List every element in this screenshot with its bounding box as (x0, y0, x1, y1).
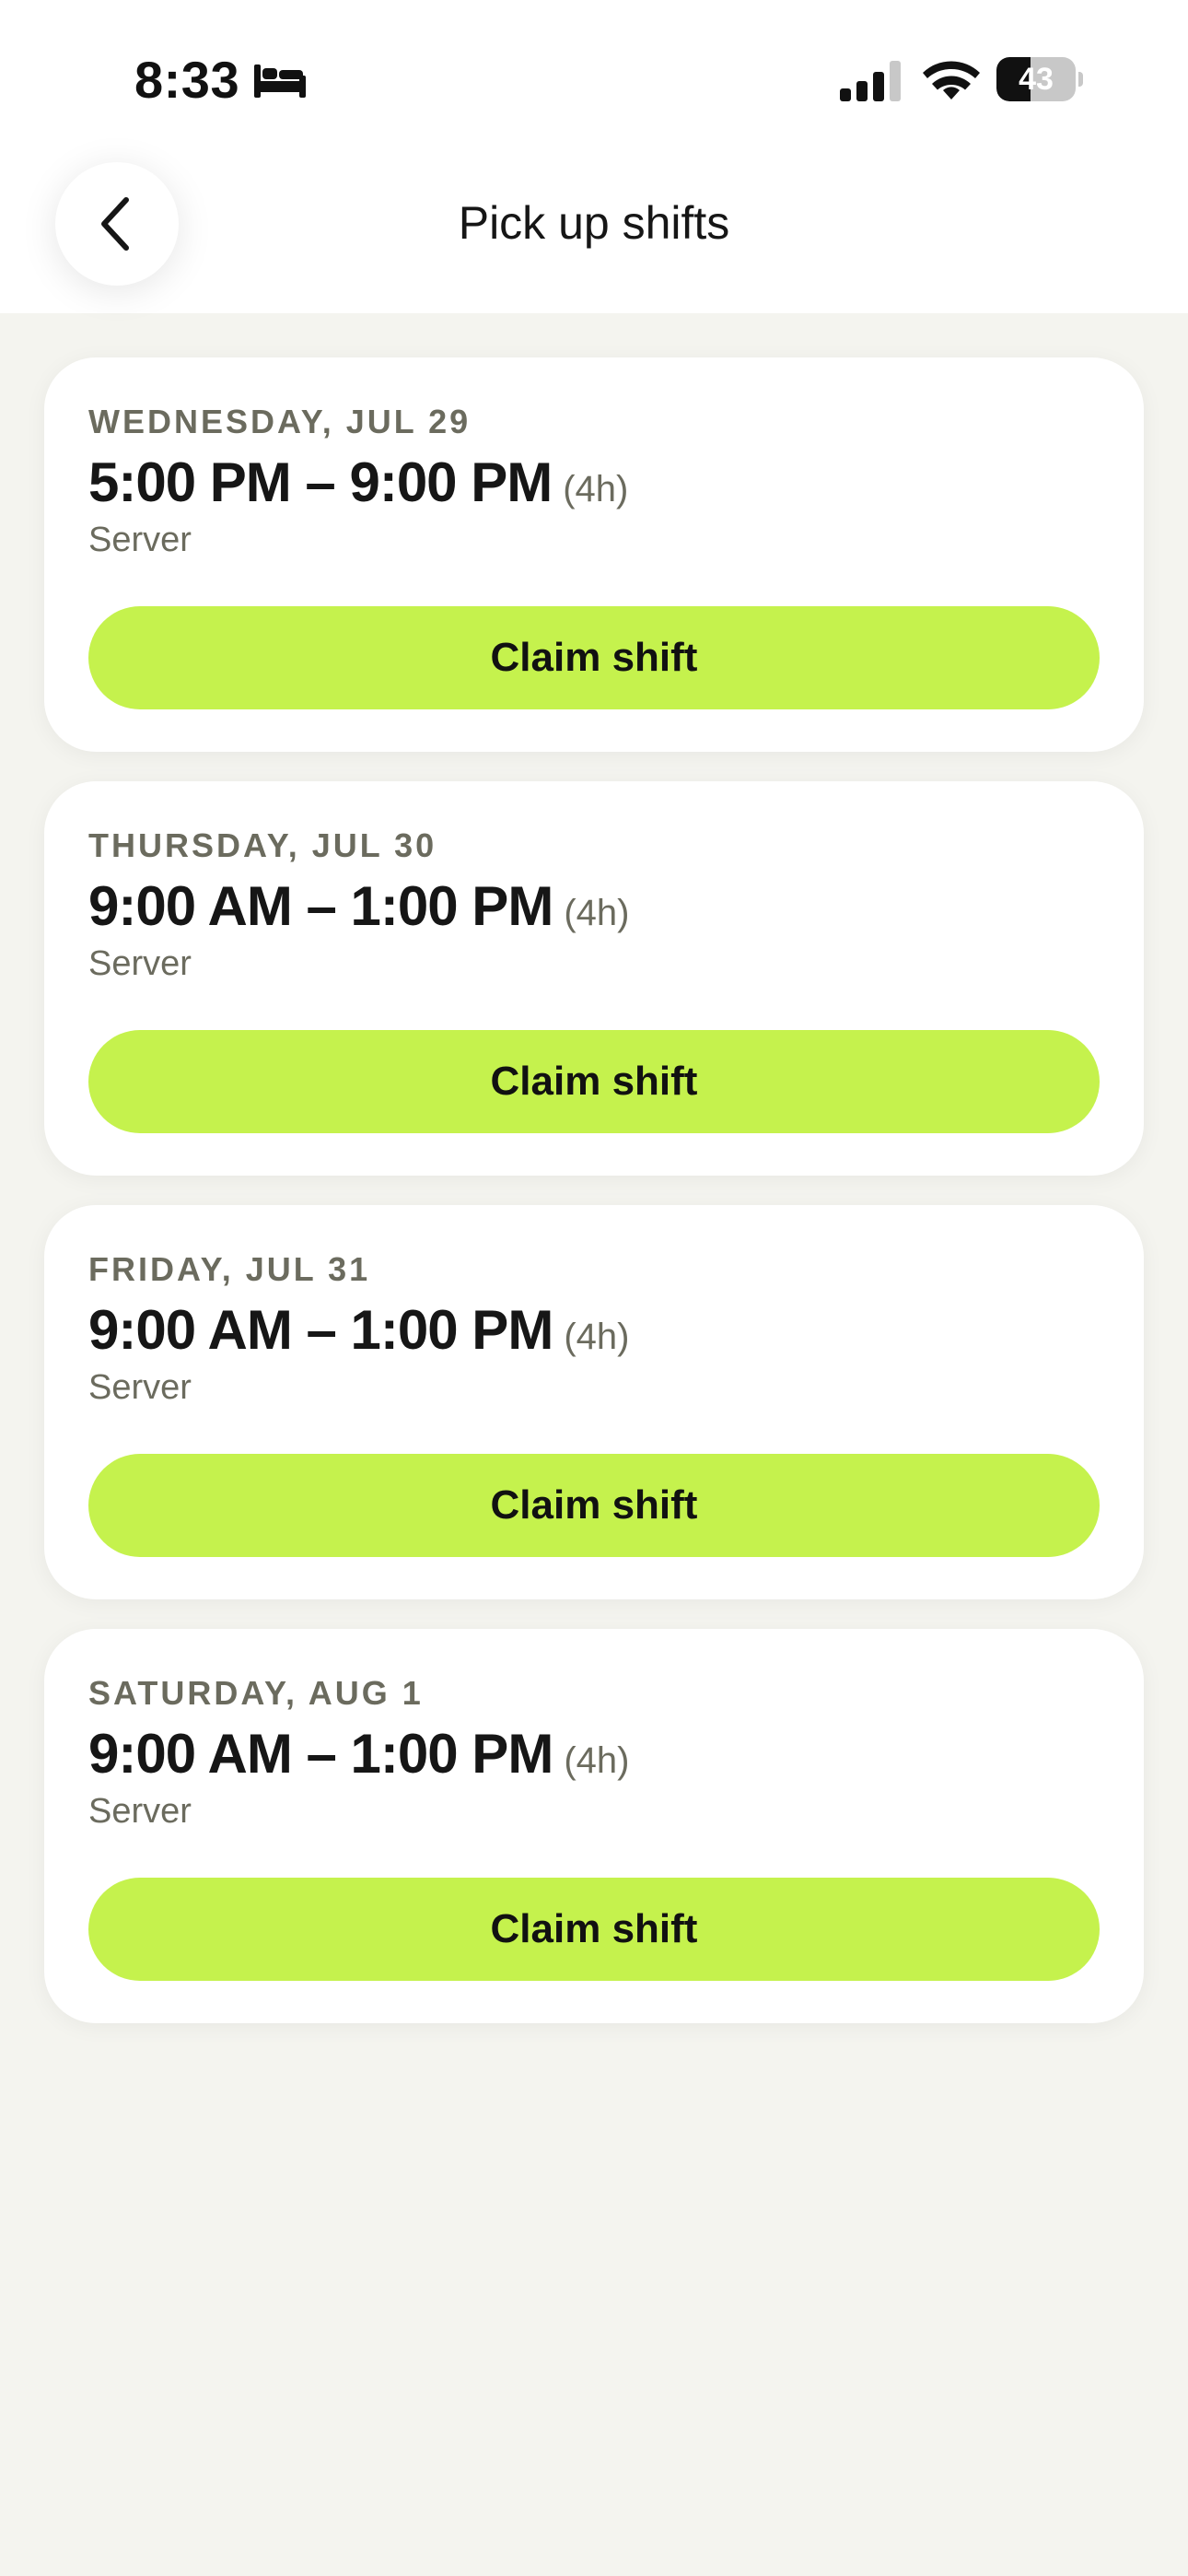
shift-date: FRIDAY, JUL 31 (88, 1250, 371, 1288)
bed-icon (254, 64, 306, 98)
shift-role: Server (88, 1368, 192, 1407)
claim-shift-button[interactable]: Claim shift (88, 1878, 1100, 1981)
shift-time: 9:00 AM – 1:00 PM (88, 875, 553, 937)
shift-duration: (4h) (563, 469, 629, 509)
shift-card: WEDNESDAY, JUL 29 5:00 PM – 9:00 PM (4h)… (44, 357, 1144, 752)
shift-time-row: 9:00 AM – 1:00 PM (4h) (88, 1297, 629, 1364)
shift-time-row: 9:00 AM – 1:00 PM (4h) (88, 1721, 629, 1787)
status-bar: 8:33 43 (0, 0, 1188, 147)
shift-card: FRIDAY, JUL 31 9:00 AM – 1:00 PM (4h) Se… (44, 1205, 1144, 1599)
page-title: Pick up shifts (458, 197, 730, 249)
shift-date: SATURDAY, AUG 1 (88, 1674, 424, 1712)
shift-card: SATURDAY, AUG 1 9:00 AM – 1:00 PM (4h) S… (44, 1629, 1144, 2023)
nav-bar: Pick up shifts (0, 147, 1188, 313)
shift-date: THURSDAY, JUL 30 (88, 826, 437, 864)
shift-duration: (4h) (564, 1740, 630, 1781)
battery-indicator: 43 (996, 57, 1083, 101)
battery-cap (1078, 72, 1083, 87)
cellular-signal-icon (840, 61, 901, 101)
shift-role: Server (88, 1792, 192, 1831)
shift-time: 9:00 AM – 1:00 PM (88, 1723, 553, 1785)
shift-time: 5:00 PM – 9:00 PM (88, 451, 553, 513)
shift-duration: (4h) (564, 893, 630, 933)
shift-time-row: 5:00 PM – 9:00 PM (4h) (88, 450, 628, 516)
battery-level: 43 (1019, 62, 1054, 97)
shift-time: 9:00 AM – 1:00 PM (88, 1299, 553, 1361)
shift-list: WEDNESDAY, JUL 29 5:00 PM – 9:00 PM (4h)… (44, 357, 1144, 2053)
shift-role: Server (88, 521, 192, 559)
status-time: 8:33 (134, 51, 240, 109)
shift-date: WEDNESDAY, JUL 29 (88, 403, 472, 440)
claim-shift-button[interactable]: Claim shift (88, 606, 1100, 709)
shift-time-row: 9:00 AM – 1:00 PM (4h) (88, 873, 629, 940)
claim-shift-button[interactable]: Claim shift (88, 1030, 1100, 1133)
shift-role: Server (88, 944, 192, 983)
wifi-icon (923, 61, 980, 100)
shift-card: THURSDAY, JUL 30 9:00 AM – 1:00 PM (4h) … (44, 781, 1144, 1176)
battery-body: 43 (996, 57, 1076, 101)
claim-shift-button[interactable]: Claim shift (88, 1454, 1100, 1557)
shift-duration: (4h) (564, 1317, 630, 1357)
